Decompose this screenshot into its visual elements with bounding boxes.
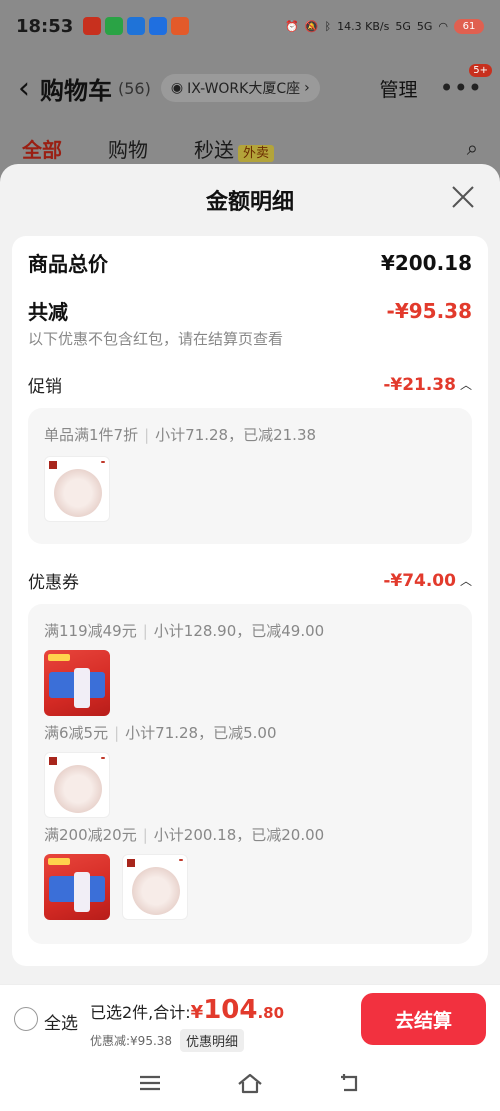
- selected-text: 已选2件,合计:: [90, 1003, 191, 1022]
- more-menu-button[interactable]: ••• 5+: [439, 64, 492, 102]
- discount-line: 优惠减:¥95.38 优惠明细: [90, 1029, 245, 1052]
- chevron-up-icon: ︿: [459, 574, 472, 588]
- amount-integer: 104: [203, 995, 258, 1025]
- status-bar: 18:53 ⏰ 🔕 ᛒ 14.3 KB/s 5G 5G ◠ 61: [0, 0, 500, 52]
- cart-tabs: 全部 购物 秒送 外卖 ⌕: [0, 128, 500, 168]
- tab-express-label: 秒送: [194, 137, 234, 162]
- coupon-detail-2: 小计71.28，已减5.00: [125, 724, 277, 742]
- product-thumbnail-promo[interactable]: [44, 650, 110, 716]
- signal-5g-2: 5G: [416, 19, 433, 33]
- message-badge: 5+: [469, 64, 492, 77]
- page-title: 购物车: [40, 76, 112, 105]
- alipay-icon: [149, 17, 168, 35]
- sum-line: 已选2件,合计: ¥ 104 .80: [90, 995, 284, 1025]
- coupon-rule-1: 满119减49元: [44, 622, 137, 640]
- select-all-label[interactable]: 全选: [44, 1009, 78, 1034]
- checkout-bar: 全选 已选2件,合计: ¥ 104 .80 优惠减:¥95.38 优惠明细 去结…: [0, 984, 500, 1054]
- discount-label: 共减: [28, 300, 68, 324]
- coupon-label: 优惠券: [28, 573, 79, 593]
- coupon-rule-2: 满6减5元: [44, 724, 109, 742]
- chevron-right-icon: ›: [304, 80, 310, 96]
- promo-group: 单品满1件7折 | 小计71.28，已减21.38: [28, 408, 472, 544]
- home-icon[interactable]: [236, 1071, 264, 1095]
- total-row: 商品总价 ¥200.18: [28, 248, 472, 277]
- search-icon[interactable]: ⌕: [467, 136, 478, 160]
- discount-detail-button[interactable]: 优惠明细: [180, 1029, 245, 1052]
- location-icon: ◉: [170, 80, 184, 96]
- product-thumbnail-promo[interactable]: [44, 854, 110, 920]
- discount-note: 以下优惠不包含红包，请在结算页查看: [28, 330, 284, 348]
- battery-indicator: 61: [454, 18, 484, 34]
- tab-shopping[interactable]: 购物: [108, 134, 148, 163]
- promo-rule-line: 单品满1件7折 | 小计71.28，已减21.38: [44, 426, 317, 444]
- product-thumbnail-cake[interactable]: [122, 854, 188, 920]
- coupon-value: -¥74.00: [383, 570, 456, 591]
- chevron-up-icon: ︿: [459, 378, 472, 392]
- product-thumbnail-cake[interactable]: [44, 752, 110, 818]
- signal-5g-1: 5G: [395, 19, 411, 33]
- promo-detail: 小计71.28，已减21.38: [155, 426, 317, 444]
- coupon-header[interactable]: 优惠券 -¥74.00 ︿: [28, 568, 472, 594]
- discount-value: -¥95.38: [386, 298, 472, 323]
- currency-symbol: ¥: [190, 1002, 204, 1023]
- coupon-detail-3: 小计200.18，已减20.00: [153, 826, 325, 844]
- promo-rule: 单品满1件7折: [44, 426, 139, 444]
- menu-icon[interactable]: [136, 1071, 164, 1095]
- mute-icon: 🔕: [304, 19, 319, 33]
- alarm-icon: ⏰: [285, 19, 299, 33]
- bluetooth-icon: ᛒ: [324, 19, 332, 33]
- takeout-badge: 外卖: [238, 144, 275, 162]
- address-text: IX-WORK大厦C座: [187, 81, 301, 97]
- coupon-rule-3: 满200减20元: [44, 826, 137, 844]
- product-thumbnail-cake[interactable]: [44, 456, 110, 522]
- promo-label: 促销: [28, 377, 62, 397]
- coupon-rule-line-1: 满119减49元 | 小计128.90，已减49.00: [44, 622, 325, 640]
- discount-note-row: 以下优惠不包含红包，请在结算页查看: [28, 328, 472, 349]
- sheet-title: 金额明细: [205, 190, 294, 215]
- discount-summary: 优惠减:¥95.38: [90, 1034, 173, 1048]
- wechat-icon: [105, 17, 124, 35]
- close-icon[interactable]: [450, 184, 476, 210]
- promo-value: -¥21.38: [383, 374, 456, 395]
- network-speed: 14.3 KB/s: [337, 19, 390, 33]
- status-time: 18:53: [16, 15, 74, 37]
- address-selector[interactable]: ◉ IX-WORK大厦C座 ›: [160, 74, 320, 102]
- cart-header: ‹ 购物车 (56) ◉ IX-WORK大厦C座 › 管理 ••• 5+: [0, 62, 500, 114]
- wifi-icon: ◠: [438, 19, 448, 33]
- system-nav-bar: [0, 1054, 500, 1111]
- back-icon[interactable]: [336, 1071, 364, 1095]
- checkout-button[interactable]: 去结算: [361, 993, 486, 1045]
- manage-button[interactable]: 管理: [380, 75, 418, 102]
- detail-card: 商品总价 ¥200.18 共减 -¥95.38 以下优惠不包含红包，请在结算页查…: [12, 236, 488, 966]
- app-icon: [171, 17, 190, 35]
- more-icon: •••: [439, 74, 482, 102]
- select-all-checkbox[interactable]: [14, 1007, 38, 1031]
- map-icon: [127, 17, 146, 35]
- total-label: 商品总价: [28, 252, 108, 276]
- tab-all[interactable]: 全部: [22, 134, 62, 163]
- coupon-rule-line-2: 满6减5元 | 小计71.28，已减5.00: [44, 724, 277, 742]
- coupon-rule-line-3: 满200减20元 | 小计200.18，已减20.00: [44, 826, 325, 844]
- coupon-group: 满119减49元 | 小计128.90，已减49.00 满6减5元 | 小计71.28，…: [28, 604, 472, 944]
- tab-express[interactable]: 秒送 外卖: [194, 134, 275, 163]
- amount-decimal: .80: [257, 1004, 285, 1022]
- cart-count: (56): [118, 78, 151, 98]
- promo-header[interactable]: 促销 -¥21.38 ︿: [28, 372, 472, 398]
- discount-row: 共减 -¥95.38: [28, 296, 472, 325]
- total-value: ¥200.18: [380, 250, 472, 275]
- status-indicators: ⏰ 🔕 ᛒ 14.3 KB/s 5G 5G ◠ 61: [285, 18, 484, 34]
- back-arrow-icon[interactable]: ‹: [18, 71, 30, 106]
- status-app-icons: [83, 17, 190, 35]
- amount-detail-sheet: 金额明细 商品总价 ¥200.18 共减 -¥95.38 以下优惠不包含红包，请…: [0, 164, 500, 984]
- weibo-icon: [83, 17, 102, 35]
- coupon-detail-1: 小计128.90，已减49.00: [153, 622, 325, 640]
